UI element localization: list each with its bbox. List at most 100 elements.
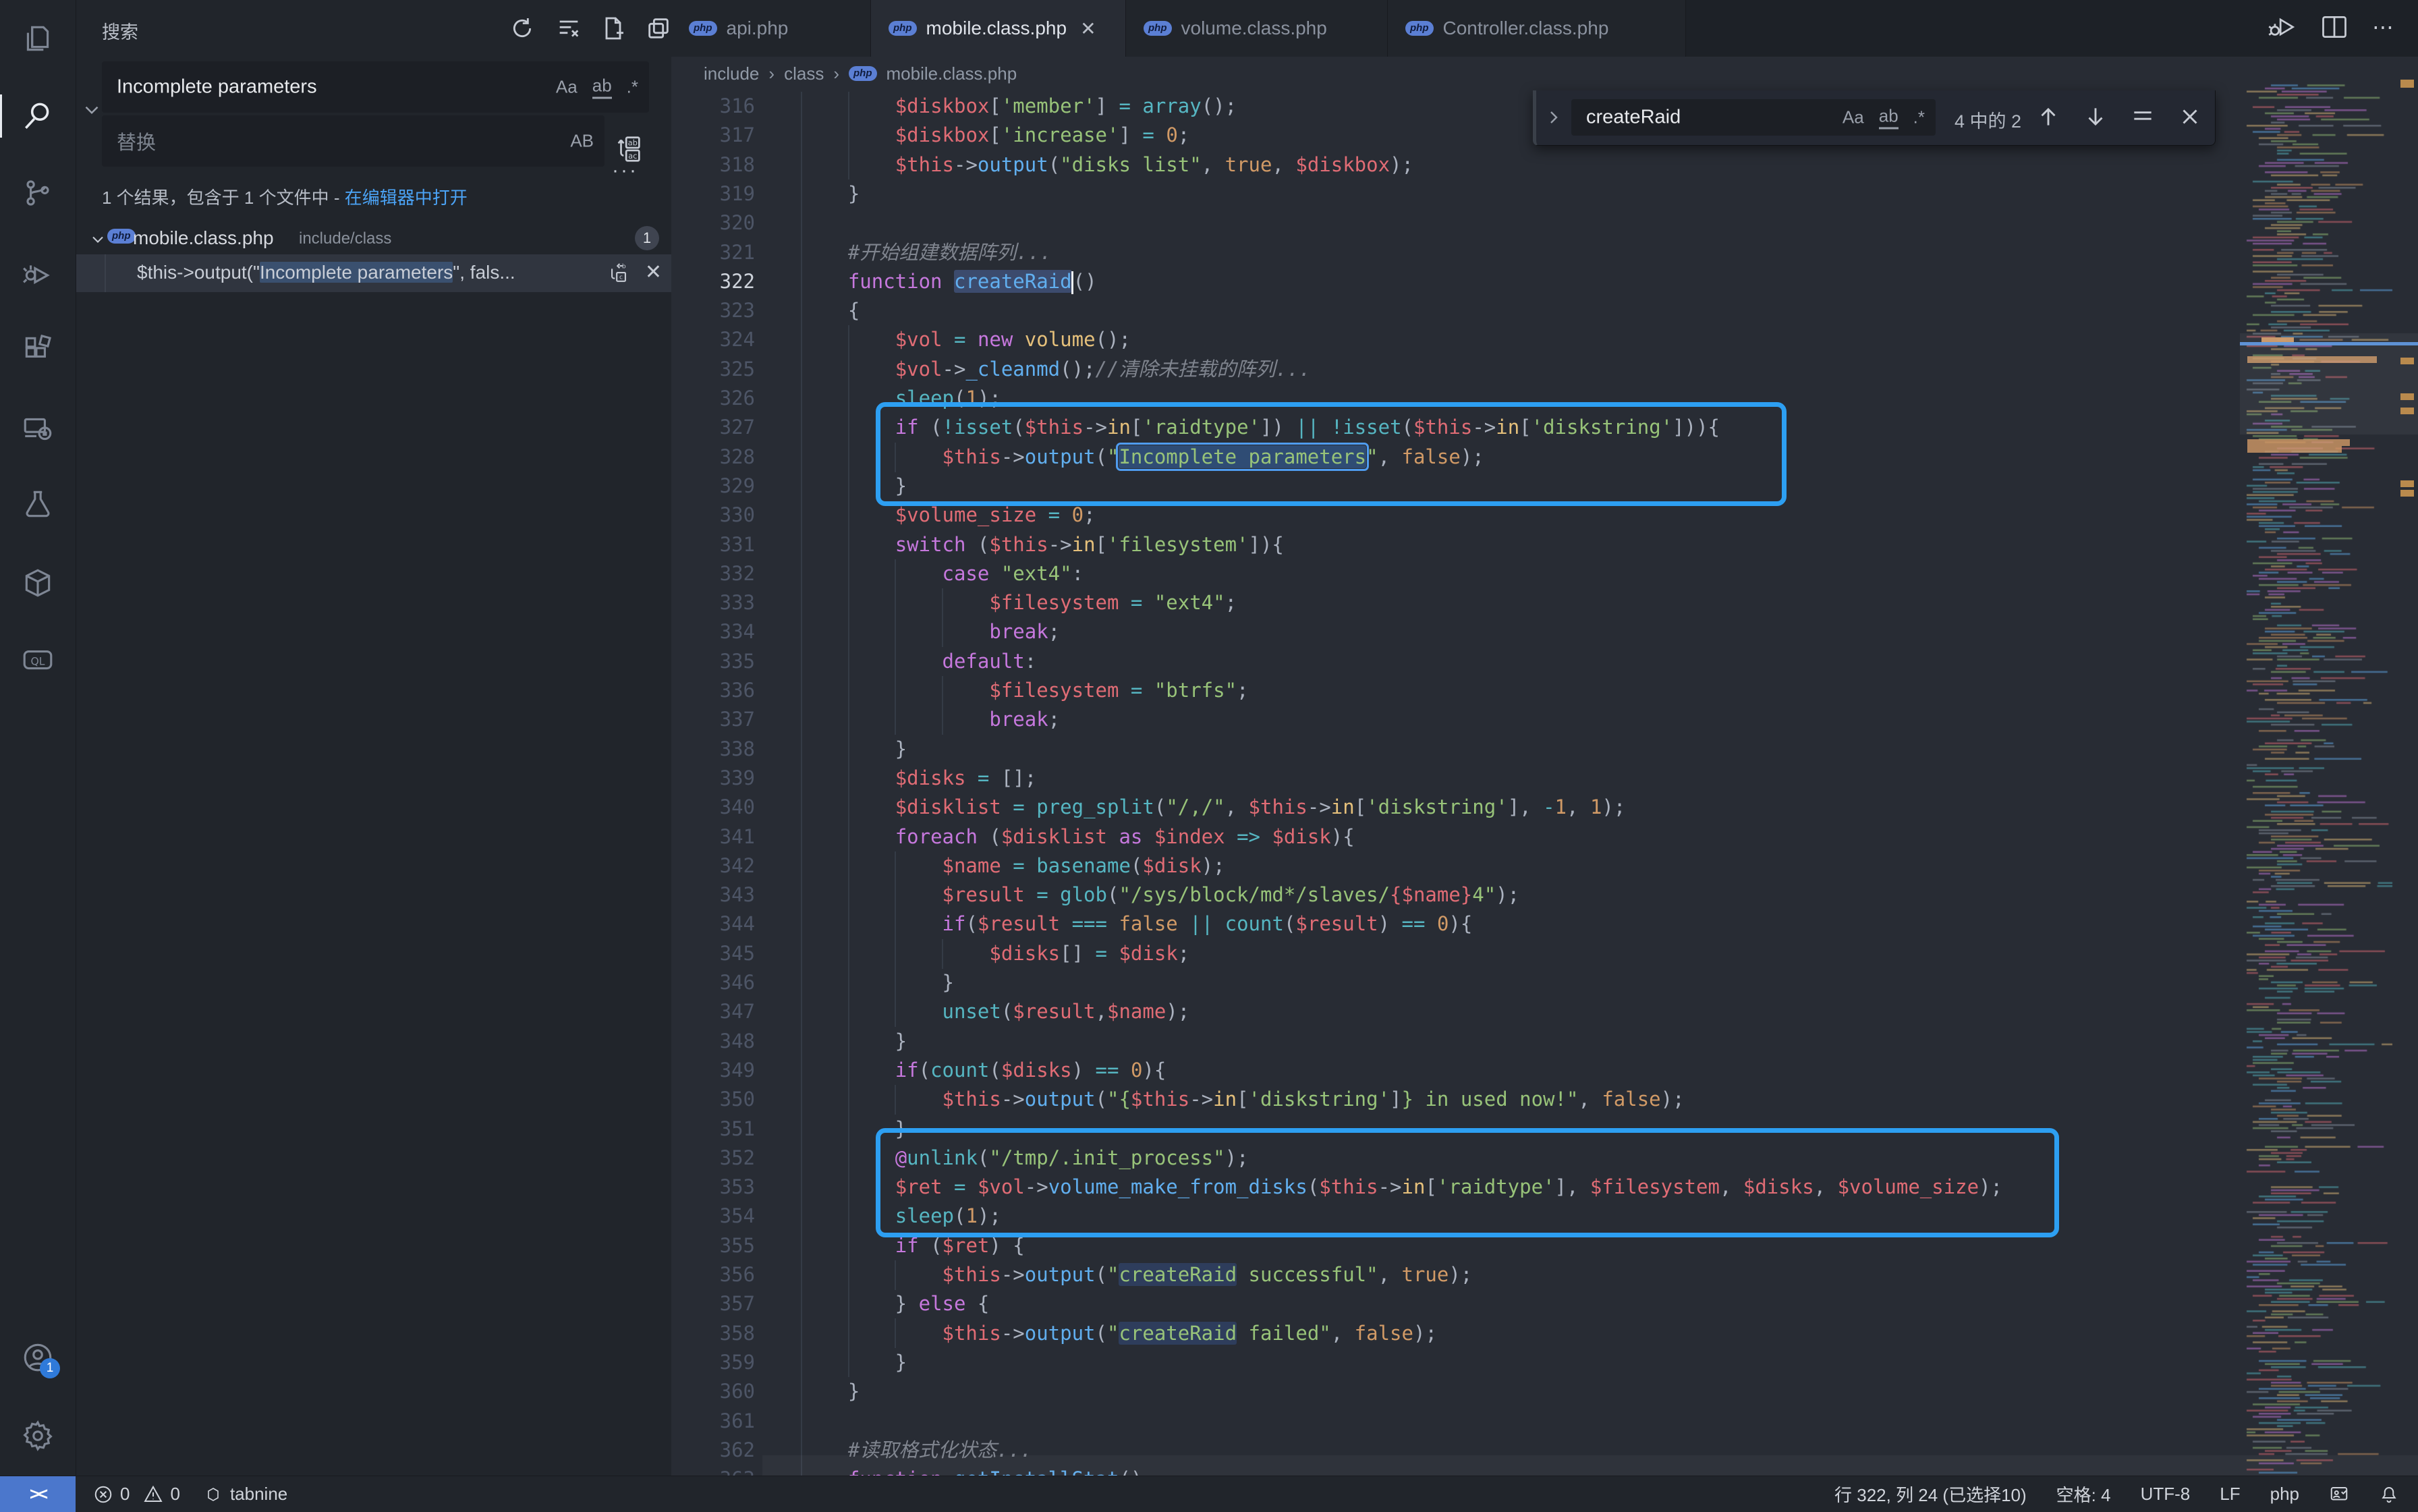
- remote-explorer-icon[interactable]: [21, 412, 55, 446]
- codeql-icon[interactable]: QL: [21, 643, 55, 677]
- remote-indicator[interactable]: ><: [0, 1476, 76, 1512]
- code-line[interactable]: unset($result,$name);: [801, 997, 1189, 1027]
- refresh-icon[interactable]: [509, 15, 536, 42]
- tab-controller-class-php[interactable]: php Controller.class.php: [1388, 0, 1686, 57]
- code-line[interactable]: $vol->_cleanmd();//清除未挂载的阵列...: [801, 355, 1311, 385]
- code-line[interactable]: {: [801, 296, 860, 326]
- minimap-match-highlight: [2247, 446, 2342, 453]
- replace-input[interactable]: 替换 AB: [102, 115, 604, 167]
- regex-icon[interactable]: .*: [627, 77, 638, 98]
- code-line[interactable]: }: [801, 735, 907, 764]
- code-line[interactable]: $diskbox['member'] = array();: [801, 92, 1237, 121]
- run-debug-action-icon[interactable]: [2267, 12, 2297, 45]
- toggle-details-icon[interactable]: ···: [612, 159, 638, 182]
- replace-icon[interactable]: cb: [607, 261, 630, 287]
- code-line[interactable]: $disklist = preg_split("/,/", $this->in[…: [801, 793, 1625, 822]
- tab-api-php[interactable]: php api.php: [671, 0, 871, 57]
- match-case-icon[interactable]: Aa: [1843, 107, 1864, 128]
- code-line[interactable]: foreach ($disklist as $index => $disk){: [801, 822, 1355, 852]
- code-line[interactable]: if($result === false || count($result) =…: [801, 909, 1472, 939]
- find-input[interactable]: createRaid Aa ab .*: [1571, 99, 1936, 136]
- extensions-icon[interactable]: [21, 333, 55, 366]
- indentation[interactable]: 空格: 4: [2056, 1482, 2111, 1507]
- code-line[interactable]: $filesystem = "btrfs";: [801, 676, 1249, 706]
- result-file-row[interactable]: php mobile.class.php include/class 1: [76, 223, 671, 253]
- code-line[interactable]: break;: [801, 705, 1060, 735]
- whole-word-icon[interactable]: ab: [1879, 106, 1899, 130]
- search-icon[interactable]: [21, 99, 55, 132]
- code-line[interactable]: $result = glob("/sys/block/md*/slaves/{$…: [801, 880, 1519, 910]
- testing-icon[interactable]: [21, 488, 55, 522]
- code-editor[interactable]: 316 $diskbox['member'] = array();317 $di…: [671, 90, 2418, 1476]
- settings-gear-icon[interactable]: [21, 1419, 55, 1453]
- code-line[interactable]: $disks[] = $disk;: [801, 939, 1189, 969]
- minimap[interactable]: [2240, 76, 2396, 1476]
- preserve-case-icon[interactable]: AB: [570, 131, 594, 152]
- dismiss-icon[interactable]: ✕: [645, 261, 662, 287]
- code-line[interactable]: $filesystem = "ext4";: [801, 588, 1237, 618]
- run-debug-icon[interactable]: [21, 258, 55, 292]
- find-widget: createRaid Aa ab .* 4 中的 2: [1533, 90, 2216, 146]
- code-line[interactable]: $disks = [];: [801, 764, 1036, 793]
- code-line[interactable]: }: [801, 968, 954, 998]
- minimap-match-highlight: [2400, 480, 2414, 487]
- clear-results-icon[interactable]: [555, 15, 582, 42]
- breadcrumb-item[interactable]: class: [784, 63, 824, 84]
- code-line[interactable]: $vol = new volume();: [801, 325, 1131, 355]
- code-line[interactable]: $this->output("disks list", true, $diskb…: [801, 150, 1413, 180]
- code-line[interactable]: }: [801, 1348, 907, 1378]
- breadcrumb-item[interactable]: include: [704, 63, 759, 84]
- code-line[interactable]: function createRaid(): [801, 267, 1097, 297]
- split-editor-icon[interactable]: [2319, 12, 2349, 45]
- package-icon[interactable]: [21, 566, 55, 600]
- code-line[interactable]: $this->output("createRaid successful", t…: [801, 1260, 1472, 1290]
- code-line[interactable]: default:: [801, 647, 1036, 677]
- previous-match-icon[interactable]: [2035, 104, 2061, 135]
- account-icon[interactable]: 1: [21, 1341, 55, 1374]
- search-result-row[interactable]: $this->output("Incomplete parameters", f…: [76, 254, 671, 292]
- tab-volume-class-php[interactable]: php volume.class.php: [1126, 0, 1388, 57]
- code-line[interactable]: }: [801, 179, 860, 209]
- encoding[interactable]: UTF-8: [2141, 1484, 2191, 1505]
- code-line[interactable]: $this->output("{$this->in['diskstring']}…: [801, 1085, 1685, 1115]
- code-line[interactable]: $diskbox['increase'] = 0;: [801, 121, 1189, 150]
- notifications-bell-icon[interactable]: [2379, 1484, 2399, 1505]
- open-in-editor-link[interactable]: 在编辑器中打开: [345, 188, 468, 208]
- regex-icon[interactable]: .*: [1913, 107, 1925, 128]
- chevron-down-icon[interactable]: [88, 230, 107, 249]
- source-control-icon[interactable]: [21, 176, 55, 210]
- cursor-position[interactable]: 行 322, 列 24 (已选择10): [1834, 1482, 2027, 1507]
- code-line[interactable]: }: [801, 1377, 860, 1407]
- tab-mobile-class-php[interactable]: php mobile.class.php ✕: [871, 0, 1126, 57]
- line-number: 357: [671, 1289, 755, 1318]
- breadcrumb-file[interactable]: mobile.class.php: [887, 63, 1017, 84]
- new-search-editor-icon[interactable]: [600, 15, 627, 42]
- tabnine-status[interactable]: tabnine: [203, 1484, 287, 1505]
- close-find-icon[interactable]: [2177, 104, 2203, 135]
- explorer-icon[interactable]: [21, 22, 55, 55]
- eol-sequence[interactable]: LF: [2220, 1484, 2240, 1505]
- close-tab-icon[interactable]: ✕: [1080, 18, 1096, 40]
- code-line[interactable]: } else {: [801, 1289, 989, 1319]
- code-line[interactable]: $name = basename($disk);: [801, 851, 1225, 881]
- search-input[interactable]: Incomplete parameters Aa ab .*: [102, 61, 649, 113]
- next-match-icon[interactable]: [2083, 104, 2108, 135]
- toggle-replace-chevron-icon[interactable]: [80, 99, 103, 121]
- code-line[interactable]: $this->output("createRaid failed", false…: [801, 1319, 1437, 1349]
- code-line[interactable]: switch ($this->in['filesystem']){: [801, 530, 1284, 560]
- match-case-icon[interactable]: Aa: [556, 77, 578, 98]
- language-mode[interactable]: php: [2270, 1484, 2299, 1505]
- whole-word-icon[interactable]: ab: [592, 76, 612, 99]
- open-in-editor-icon[interactable]: [645, 15, 672, 42]
- find-in-selection-icon[interactable]: [2130, 104, 2156, 135]
- code-line[interactable]: #开始组建数据阵列...: [801, 238, 1052, 268]
- toggle-replace-chevron-icon[interactable]: [1543, 107, 1565, 128]
- code-line[interactable]: }: [801, 1027, 907, 1057]
- code-line[interactable]: if(count($disks) == 0){: [801, 1056, 1166, 1086]
- line-number: 318: [671, 150, 755, 179]
- problems-status[interactable]: 0 0: [93, 1484, 180, 1505]
- more-actions-icon[interactable]: ⋯: [2372, 12, 2394, 45]
- code-line[interactable]: break;: [801, 617, 1060, 647]
- feedback-icon[interactable]: [2329, 1484, 2349, 1505]
- code-line[interactable]: case "ext4":: [801, 559, 1084, 589]
